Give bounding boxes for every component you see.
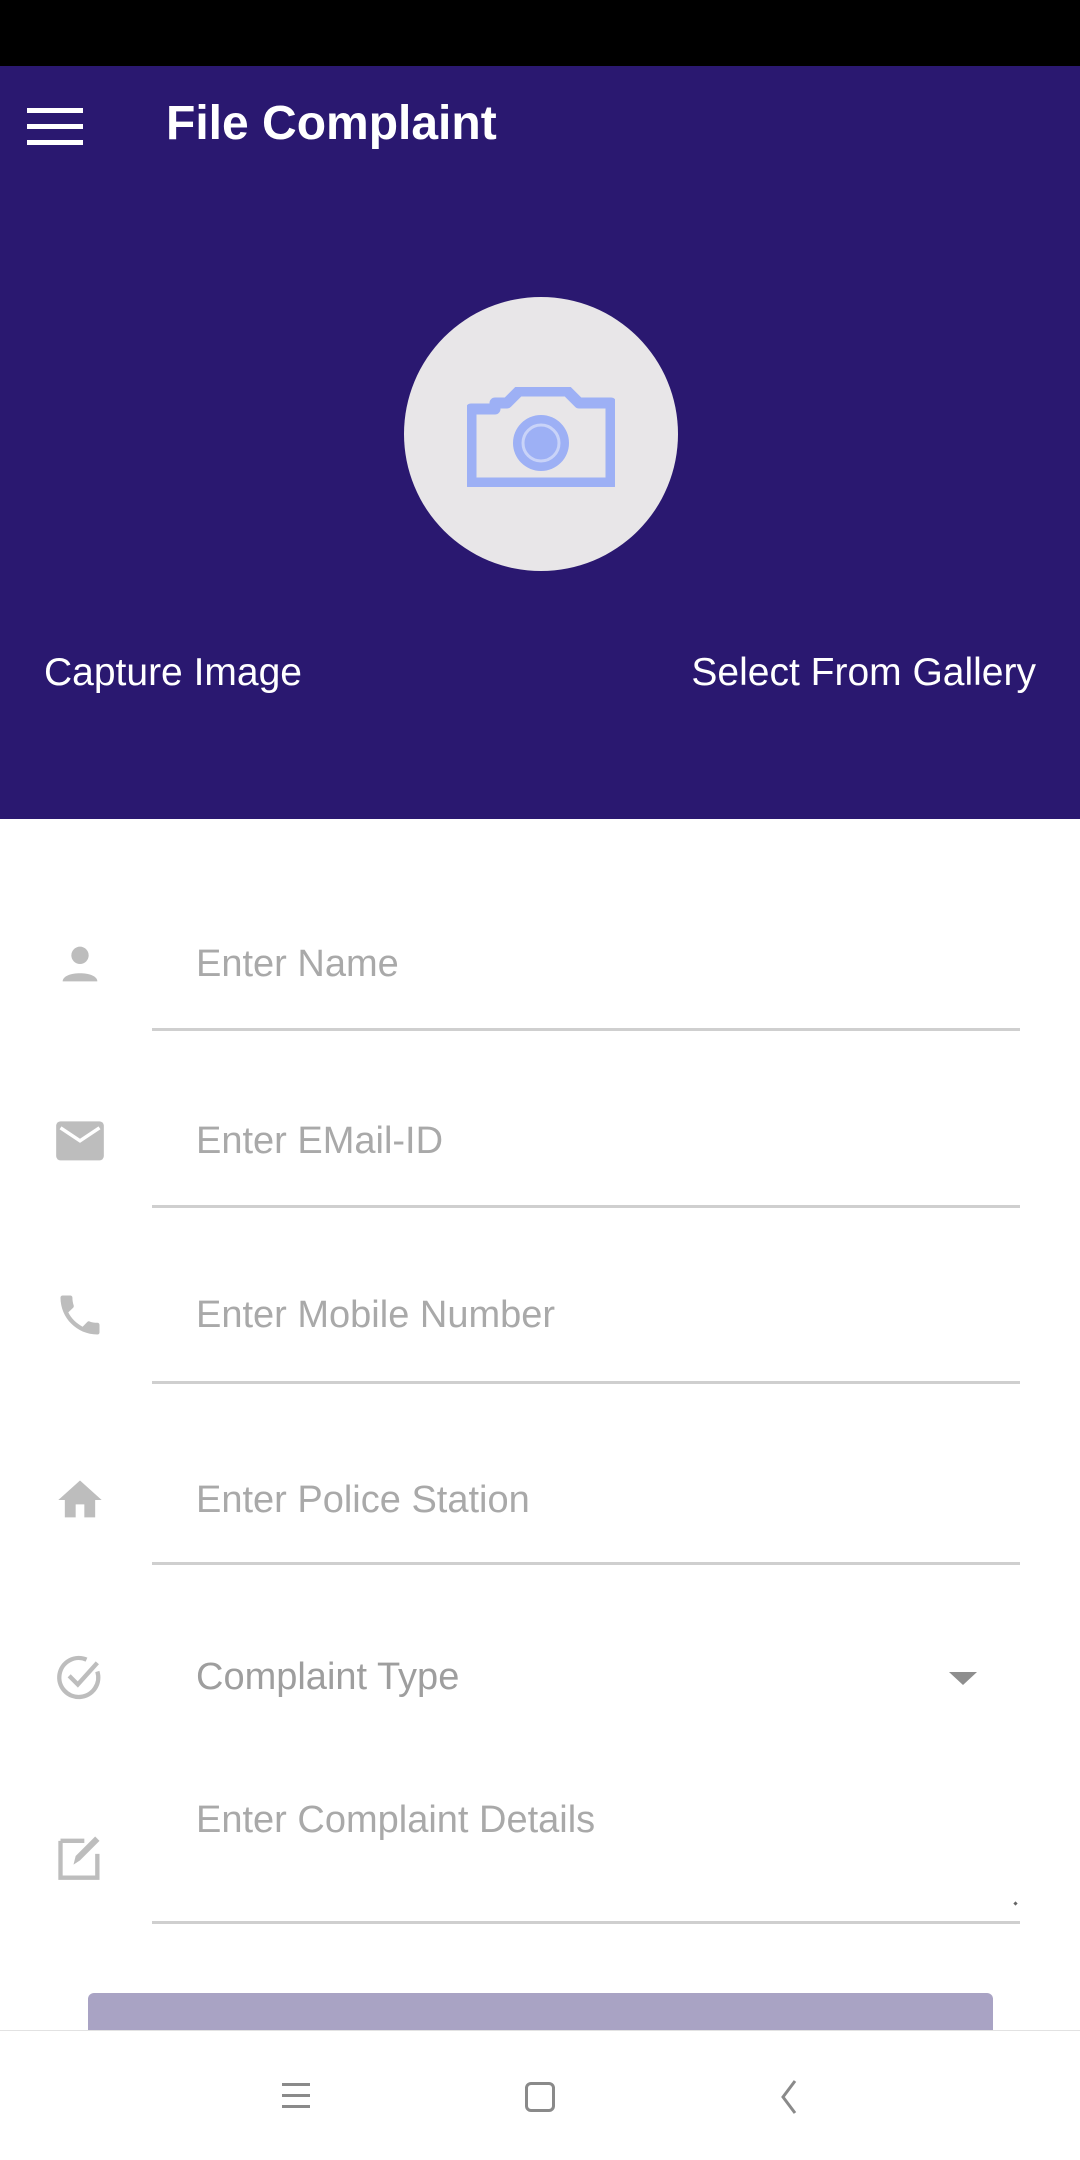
complaint-type-selected: Complaint Type	[196, 1656, 460, 1698]
select-from-gallery-button[interactable]: Select From Gallery	[691, 651, 1036, 695]
camera-image-button[interactable]	[404, 297, 678, 571]
complaint-type-dropdown[interactable]: Complaint Type	[0, 1650, 1080, 1710]
header: File Complaint Capture Image Select From…	[0, 66, 1080, 819]
name-underline	[152, 1028, 1020, 1031]
edit-icon	[58, 1836, 100, 1880]
resize-handle[interactable]	[1013, 1901, 1018, 1906]
navigation-bar	[0, 2030, 1080, 2160]
mobile-underline	[152, 1381, 1020, 1384]
page-title: File Complaint	[166, 97, 497, 150]
email-icon	[56, 1121, 104, 1161]
home-icon	[58, 1480, 102, 1518]
details-underline	[152, 1921, 1020, 1924]
phone-icon	[60, 1295, 100, 1335]
home-button-icon[interactable]	[525, 2082, 555, 2112]
dropdown-arrow-icon[interactable]	[949, 1672, 977, 1685]
camera-icon	[467, 387, 615, 487]
status-bar	[0, 0, 1080, 66]
person-icon	[62, 946, 98, 982]
police-station-underline	[152, 1562, 1020, 1565]
hamburger-menu-icon[interactable]	[27, 106, 83, 146]
back-icon[interactable]	[775, 2079, 805, 2115]
capture-image-button[interactable]: Capture Image	[44, 651, 302, 695]
complaint-details-textarea[interactable]	[152, 1796, 1020, 1896]
police-station-input[interactable]	[152, 1468, 1020, 1532]
email-underline	[152, 1205, 1020, 1208]
name-input[interactable]	[152, 932, 1020, 996]
check-circle-icon	[57, 1655, 101, 1700]
mobile-input[interactable]	[152, 1283, 1020, 1347]
email-input[interactable]	[152, 1109, 1020, 1173]
recents-icon[interactable]	[282, 2081, 310, 2109]
